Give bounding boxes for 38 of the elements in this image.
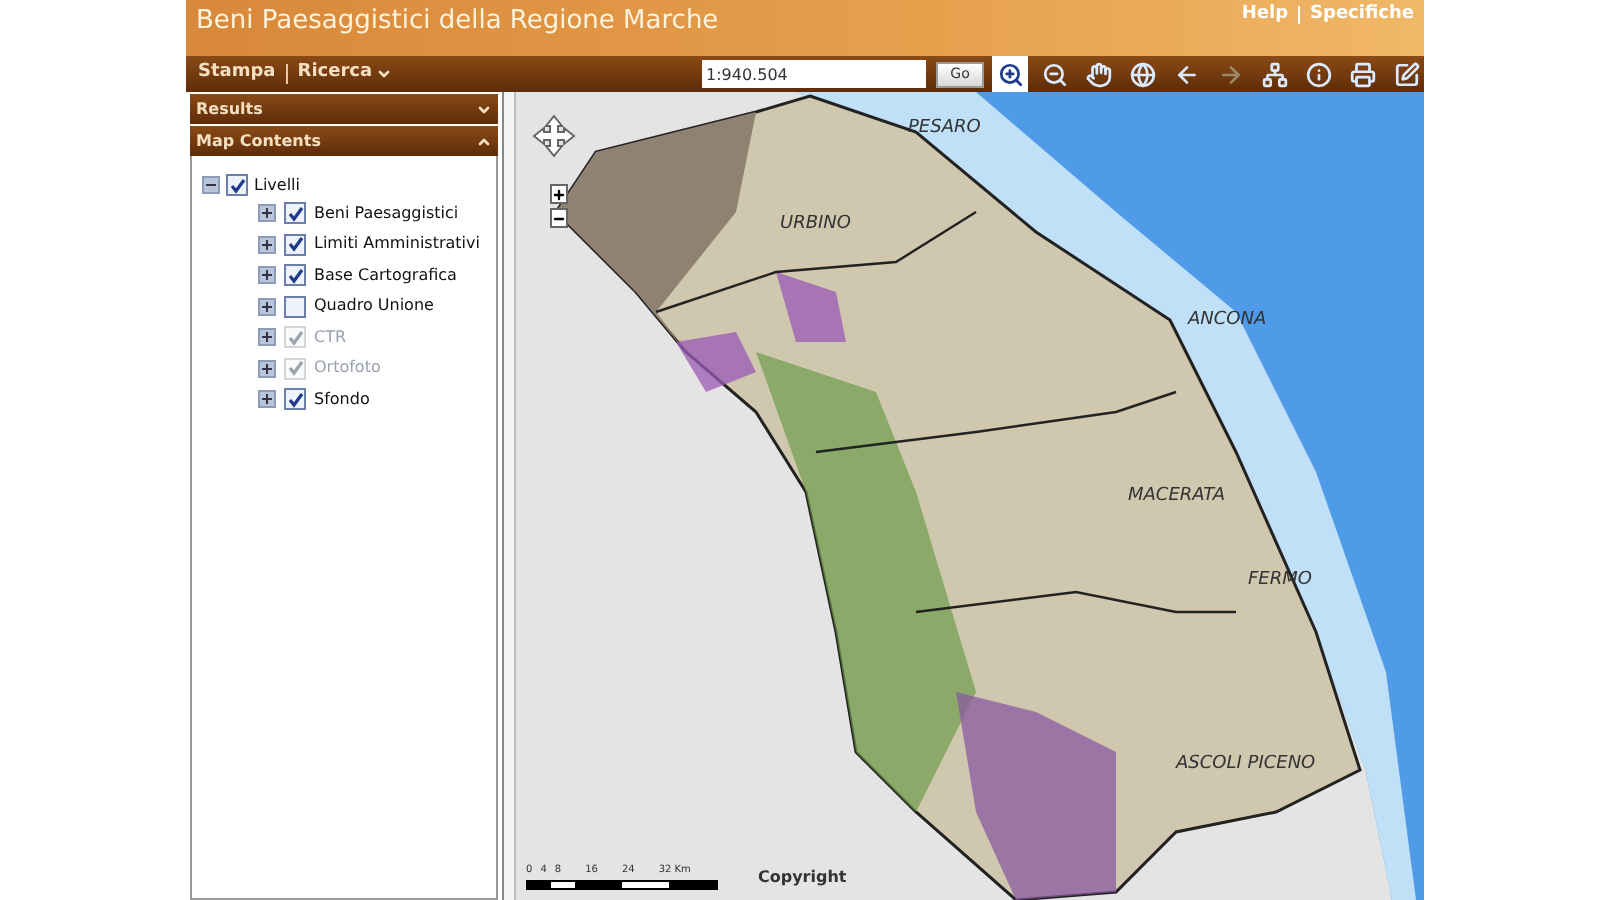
checkbox[interactable] [226,174,248,196]
checkbox[interactable] [284,202,306,225]
place-label: ASCOLI PICENO [1176,752,1316,778]
caret-icon [376,66,393,82]
pan-control-icon[interactable] [532,114,576,158]
copyright-label: Copyright [758,865,847,889]
app-title: Beni Paesaggistici della Regione Marche [196,4,719,40]
collapse-icon[interactable] [202,176,220,194]
tree-item-label[interactable]: Sfondo [314,387,370,412]
zoom-in-icon[interactable] [992,56,1028,92]
tree-item-label[interactable]: Quadro Unione [314,294,434,319]
menu-button[interactable]: Stampa [198,60,276,88]
checkbox[interactable] [284,233,306,256]
checkbox[interactable] [284,264,306,287]
place-label: PESARO [908,116,981,142]
place-label: MACERATA [1128,484,1225,510]
menu-button[interactable]: Ricerca [297,60,393,88]
expand-icon[interactable] [258,297,276,316]
zoom-in-button[interactable] [550,184,568,204]
checkbox[interactable] [284,295,306,318]
checkmark-icon [229,177,245,193]
checkbox[interactable] [284,388,306,411]
panel-header[interactable]: Map Contents [190,126,498,156]
place-label: URBINO [780,212,851,238]
tree-item-label[interactable]: Beni Paesaggistici [314,201,459,226]
tree-item-label[interactable]: Livelli [254,173,301,197]
expand-icon[interactable] [258,390,276,409]
expand-icon[interactable] [258,204,276,223]
scale-field[interactable]: 1:940.504 [702,60,926,88]
tree-item-label[interactable]: Base Cartografica [314,263,457,288]
tree-item-label[interactable]: Limiti Amministrativi [314,232,480,257]
plus-icon [552,187,566,201]
panel-header[interactable]: Results [190,94,498,124]
expand-icon[interactable] [258,266,276,285]
zoom-out-button[interactable] [550,208,568,228]
expand-icon[interactable] [258,235,276,254]
expand-icon[interactable] [258,359,276,378]
expand-icon[interactable] [258,328,276,347]
